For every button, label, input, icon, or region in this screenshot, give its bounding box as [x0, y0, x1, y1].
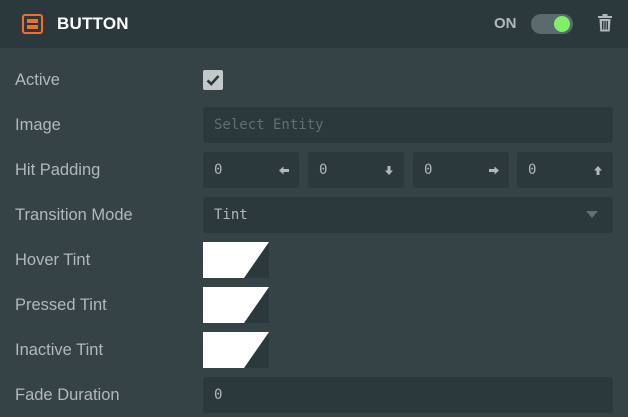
row-transition-mode: Transition Mode Tint	[0, 197, 628, 233]
fade-duration-label: Fade Duration	[15, 386, 120, 404]
image-label: Image	[15, 116, 61, 134]
arrow-right-icon	[489, 166, 499, 175]
panel-title: BUTTON	[57, 14, 129, 33]
inactive-tint-color-swatch[interactable]	[203, 332, 269, 368]
panel-header[interactable]: BUTTON ON	[0, 0, 628, 48]
enable-toggle[interactable]	[531, 14, 573, 34]
chevron-down-icon	[586, 211, 598, 218]
alpha-corner-indicator	[244, 287, 269, 323]
hit-padding-label: Hit Padding	[15, 161, 101, 179]
transition-mode-label: Transition Mode	[15, 206, 133, 224]
pressed-tint-color-swatch[interactable]	[203, 287, 269, 323]
button-component-panel: BUTTON ON Active Image Select Entity Hit…	[0, 0, 628, 417]
button-component-icon	[22, 14, 43, 34]
hover-tint-label: Hover Tint	[15, 251, 91, 269]
pressed-tint-label: Pressed Tint	[15, 296, 107, 314]
hit-padding-left-input[interactable]: 0	[203, 152, 299, 188]
hit-padding-left-value: 0	[214, 162, 223, 178]
hit-padding-right-input[interactable]: 0	[413, 152, 509, 188]
row-active: Active	[0, 62, 628, 98]
arrow-left-icon	[279, 166, 289, 175]
image-placeholder: Select Entity	[214, 117, 324, 133]
alpha-corner-indicator	[244, 332, 269, 368]
trash-icon[interactable]	[597, 14, 613, 32]
row-hit-padding: Hit Padding 0 0 0 0	[0, 152, 628, 188]
fade-duration-value: 0	[214, 387, 223, 403]
arrow-up-icon	[594, 166, 602, 175]
row-inactive-tint: Inactive Tint	[0, 332, 628, 368]
hover-tint-color-swatch[interactable]	[203, 242, 269, 278]
active-label: Active	[15, 71, 60, 89]
transition-mode-select[interactable]: Tint	[203, 197, 613, 233]
hit-padding-top-input[interactable]: 0	[517, 152, 613, 188]
hit-padding-bottom-value: 0	[319, 162, 328, 178]
toggle-label: ON	[494, 15, 517, 32]
transition-mode-value: Tint	[214, 207, 248, 223]
hit-padding-bottom-input[interactable]: 0	[308, 152, 404, 188]
hit-padding-right-value: 0	[424, 162, 433, 178]
toggle-knob	[554, 16, 570, 32]
inactive-tint-label: Inactive Tint	[15, 341, 104, 359]
row-image: Image Select Entity	[0, 107, 628, 143]
arrow-down-icon	[385, 166, 393, 175]
alpha-corner-indicator	[244, 242, 269, 278]
row-fade-duration: Fade Duration 0	[0, 377, 628, 413]
image-entity-picker[interactable]: Select Entity	[203, 107, 613, 143]
active-checkbox[interactable]	[203, 70, 223, 90]
fade-duration-input[interactable]: 0	[203, 377, 613, 413]
hit-padding-top-value: 0	[528, 162, 537, 178]
row-hover-tint: Hover Tint	[0, 242, 628, 278]
checkmark-icon	[206, 75, 220, 86]
row-pressed-tint: Pressed Tint	[0, 287, 628, 323]
